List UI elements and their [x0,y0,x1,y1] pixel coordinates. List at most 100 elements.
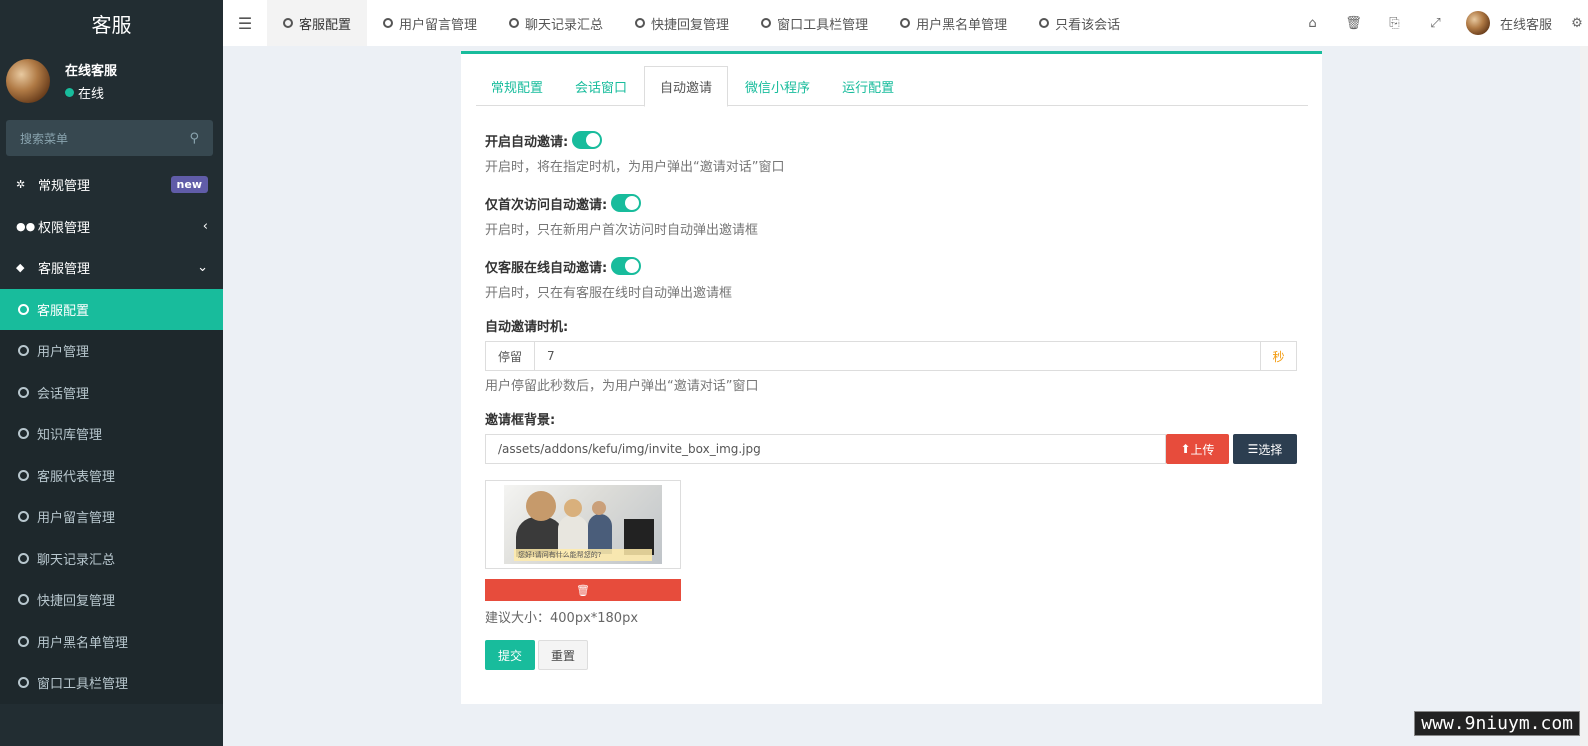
circle-icon [383,18,394,28]
nav-tab-label: 用户黑名单管理 [916,17,1008,33]
first-visit-toggle[interactable] [611,194,642,212]
user-name: 在线客服 [65,64,118,79]
new-badge: new [170,176,208,194]
menu-search-input[interactable]: 搜索菜单 ⚲ [6,120,213,156]
background-input-group: /assets/addons/kefu/img/invite_box_img.j… [485,434,1297,464]
auto-invite-help: 开启时，将在指定时机，为用户弹出“邀请对话”窗口 [485,160,785,175]
select-button[interactable]: ☰ 选择 [1233,434,1297,464]
sidebar-subitem-messages[interactable]: 用户留言管理 [0,496,223,538]
users-icon: ●● [16,219,36,233]
menu-toggle-icon[interactable]: ☰ [223,14,267,33]
gear-icon[interactable]: ⚙ [1566,16,1588,31]
sidebar-subitem-kefu-config[interactable]: 客服配置 [0,288,223,330]
app-logo[interactable]: 客服 [0,0,223,46]
upload-icon: ⬆ [1180,442,1191,456]
field-auto-invite: 开启自动邀请: 开启时，将在指定时机，为用户弹出“邀请对话”窗口 [485,128,1297,175]
circle-icon [1039,18,1050,28]
first-visit-help: 开启时，只在新用户首次访问时自动弹出邀请框 [485,223,759,238]
settings-panel: 常规配置 会话窗口 自动邀请 微信小程序 运行配置 开启自动邀请: 开启时，将在… [461,51,1322,704]
nav-tab-chat-records[interactable]: 聊天记录汇总 [493,0,619,46]
timing-prefix: 停留 [485,341,536,371]
circle-icon [509,18,520,28]
tab-wechat-miniapp[interactable]: 微信小程序 [730,66,825,106]
nav-tab-quick-replies[interactable]: 快捷回复管理 [619,0,745,46]
tab-auto-invite[interactable]: 自动邀请 [644,66,729,107]
sidebar-item-general[interactable]: ✲ 常规管理 new [0,164,223,206]
sidebar-subitem-label: 用户管理 [37,345,90,361]
select-button-label: 选择 [1258,442,1283,457]
sidebar: 客服 在线客服 在线 搜索菜单 ⚲ ✲ 常规管理 new ●● 权限管理 ‹ ◆… [0,0,223,746]
reset-button[interactable]: 重置 [538,640,588,670]
user-status: 在线 [65,83,117,102]
home-icon[interactable]: ⌂ [1292,16,1333,31]
submit-button[interactable]: 提交 [485,640,535,670]
translate-icon[interactable]: ⎘ [1374,16,1415,31]
list-icon: ☰ [1247,442,1259,456]
nav-tab-kefu-config[interactable]: 客服配置 [267,0,368,46]
page-scrollbar[interactable] [1580,46,1588,746]
top-navbar: ☰ 客服配置 用户留言管理 聊天记录汇总 快捷回复管理 窗口工具栏管理 用户黑名… [223,0,1588,46]
sidebar-subitem-label: 窗口工具栏管理 [37,677,129,693]
menu-search-placeholder: 搜索菜单 [20,131,69,146]
circle-icon [18,552,29,564]
circle-icon [18,303,29,315]
tab-general[interactable]: 常规配置 [476,66,558,106]
sidebar-subitem-blacklist[interactable]: 用户黑名单管理 [0,620,223,662]
nav-tab-toolbar[interactable]: 窗口工具栏管理 [745,0,884,46]
tab-chat-window[interactable]: 会话窗口 [560,66,642,106]
timing-input[interactable]: 7 [535,341,1261,371]
watermark: www.9niuym.com [1414,711,1580,736]
nav-tab-label: 快捷回复管理 [651,17,730,33]
sidebar-subitem-label: 用户黑名单管理 [37,635,129,651]
sidebar-subitem-label: 会话管理 [37,386,90,402]
circle-icon [18,345,29,357]
sidebar-item-kefu[interactable]: ◆ 客服管理 ⌄ [0,247,223,289]
tab-runtime[interactable]: 运行配置 [827,66,909,106]
settings-tabs: 常规配置 会话窗口 自动邀请 微信小程序 运行配置 [476,66,1308,107]
field-timing: 自动邀请时机: 停留 7 秒 用户停留此秒数后，为用户弹出“邀请对话”窗口 [485,313,1297,394]
sidebar-subitem-sessions[interactable]: 会话管理 [0,371,223,413]
fullscreen-icon[interactable]: ⤢ [1415,16,1456,31]
online-only-toggle[interactable] [611,257,642,275]
sidebar-item-permissions[interactable]: ●● 权限管理 ‹ [0,206,223,248]
user-status-label: 在线 [78,87,105,102]
sidebar-subitem-quick-replies[interactable]: 快捷回复管理 [0,579,223,621]
sidebar-subitem-label: 聊天记录汇总 [37,552,116,568]
sidebar-subitem-label: 知识库管理 [37,428,103,444]
trash-icon[interactable]: 🗑 [1333,16,1374,31]
nav-tab-blacklist[interactable]: 用户黑名单管理 [884,0,1023,46]
search-icon[interactable]: ⚲ [189,131,199,146]
preview-caption: 您好!请问有什么能帮您的? [514,549,652,561]
trash-icon: 🗑 [576,583,590,597]
nav-user-menu[interactable]: 在线客服 [1456,11,1566,35]
upload-button[interactable]: ⬆ 上传 [1166,434,1229,464]
upload-button-label: 上传 [1190,442,1215,457]
background-path-input[interactable]: /assets/addons/kefu/img/invite_box_img.j… [485,434,1166,464]
circle-icon [18,677,29,689]
sidebar-item-label: 权限管理 [38,220,91,236]
gears-icon: ✲ [16,178,26,192]
user-panel: 在线客服 在线 [0,46,223,116]
nav-tab-session-only[interactable]: 只看该会话 [1023,0,1136,46]
sidebar-subitem-label: 客服代表管理 [37,469,116,485]
timing-suffix: 秒 [1261,341,1297,371]
first-visit-label: 仅首次访问自动邀请: [485,197,608,213]
sidebar-subitem-chat-records[interactable]: 聊天记录汇总 [0,537,223,579]
circle-icon [761,18,772,28]
invite-box-image: 您好!请问有什么能帮您的? [504,485,662,564]
sidebar-subitem-label: 客服配置 [37,303,90,319]
auto-invite-form: 开启自动邀请: 开启时，将在指定时机，为用户弹出“邀请对话”窗口 仅首次访问自动… [485,128,1297,670]
online-status-icon [65,88,74,97]
circle-icon [18,511,29,523]
sidebar-subitem-users[interactable]: 用户管理 [0,330,223,372]
chevron-left-icon: ‹ [202,218,208,234]
nav-tab-messages[interactable]: 用户留言管理 [367,0,493,46]
size-tip: 建议大小：400px*180px [485,611,639,626]
delete-image-button[interactable]: 🗑 [485,579,681,601]
sidebar-subitem-toolbar[interactable]: 窗口工具栏管理 [0,662,223,704]
auto-invite-toggle[interactable] [572,131,603,149]
sidebar-subitem-knowledge[interactable]: 知识库管理 [0,413,223,455]
sidebar-subitem-agents[interactable]: 客服代表管理 [0,454,223,496]
timing-input-group: 停留 7 秒 [485,341,1297,371]
background-label: 邀请框背景: [485,412,556,428]
